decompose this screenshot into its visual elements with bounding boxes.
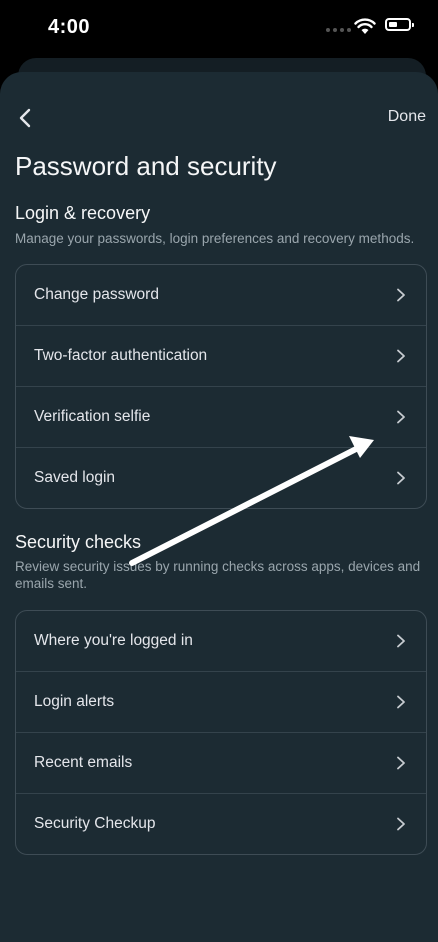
section-desc-security-checks: Review security issues by running checks… (15, 559, 421, 591)
list-item-label: Verification selfie (34, 408, 151, 425)
list-item-label: Recent emails (34, 754, 133, 771)
wifi-icon (354, 18, 376, 34)
login-recovery-card: Change password Two-factor authenticatio… (15, 264, 427, 509)
list-item-where-logged-in[interactable]: Where you're logged in (16, 611, 426, 671)
section-title-login-recovery: Login & recovery (15, 203, 151, 223)
list-item-label: Login alerts (34, 693, 115, 710)
list-item-label: Change password (34, 286, 159, 303)
chevron-right-icon (397, 288, 405, 302)
status-bar: 4:00 (0, 0, 438, 58)
battery-icon (385, 18, 414, 31)
chevron-right-icon (397, 695, 405, 709)
chevron-right-icon (397, 349, 405, 363)
list-item-label: Security Checkup (34, 815, 156, 832)
done-button[interactable]: Done (388, 108, 426, 126)
list-item-two-factor-authentication[interactable]: Two-factor authentication (16, 325, 426, 386)
security-checks-card: Where you're logged in Login alerts Rece… (15, 610, 427, 855)
chevron-right-icon (397, 634, 405, 648)
list-item-label: Saved login (34, 469, 116, 486)
list-item-security-checkup[interactable]: Security Checkup (16, 793, 426, 854)
page-title: Password and security (15, 151, 277, 181)
list-item-label: Where you're logged in (34, 632, 193, 649)
chevron-right-icon (397, 756, 405, 770)
list-item-saved-login[interactable]: Saved login (16, 447, 426, 508)
status-time: 4:00 (48, 16, 91, 38)
chevron-right-icon (397, 817, 405, 831)
section-title-security-checks: Security checks (15, 532, 142, 552)
signal-dots-icon (326, 28, 351, 32)
list-item-change-password[interactable]: Change password (16, 265, 426, 325)
chevron-right-icon (397, 410, 405, 424)
section-desc-login-recovery: Manage your passwords, login preferences… (15, 231, 415, 246)
list-item-recent-emails[interactable]: Recent emails (16, 732, 426, 793)
list-item-label: Two-factor authentication (34, 347, 208, 364)
list-item-verification-selfie[interactable]: Verification selfie (16, 386, 426, 447)
chevron-right-icon (397, 471, 405, 485)
back-arrow-icon[interactable] (12, 104, 40, 132)
list-item-login-alerts[interactable]: Login alerts (16, 671, 426, 732)
